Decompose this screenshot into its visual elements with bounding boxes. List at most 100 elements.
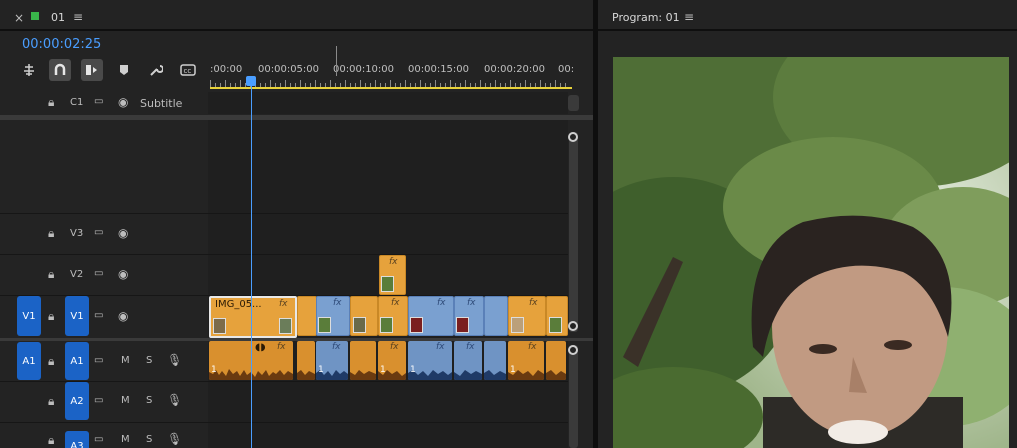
- video-scroll-handle-top[interactable]: [568, 132, 578, 142]
- mute-button[interactable]: M: [121, 355, 130, 366]
- track-target-a1[interactable]: A1: [65, 342, 89, 380]
- video-clip[interactable]: [484, 296, 508, 336]
- source-patch-a1[interactable]: A1: [17, 342, 41, 380]
- wrench-icon[interactable]: [145, 59, 167, 81]
- video-lane-empty[interactable]: [208, 120, 568, 213]
- ripple-insert-icon[interactable]: [18, 59, 40, 81]
- audio-clip[interactable]: fx 1: [408, 341, 452, 380]
- solo-button[interactable]: S: [146, 434, 152, 445]
- lock-icon[interactable]: 🔒︎: [48, 267, 54, 282]
- work-area-bar[interactable]: [210, 87, 572, 89]
- lock-icon[interactable]: 🔒︎: [48, 354, 54, 369]
- subtitle-track-lane[interactable]: [208, 92, 568, 114]
- audio-clip[interactable]: fx 1: [508, 341, 544, 380]
- video-clip[interactable]: fx: [454, 296, 484, 336]
- mute-button[interactable]: M: [121, 395, 130, 406]
- program-video-frame[interactable]: [613, 57, 1009, 448]
- lock-icon[interactable]: 🔒︎: [48, 95, 54, 110]
- audio-clip[interactable]: [484, 341, 506, 380]
- panel-menu-icon[interactable]: ≡: [684, 10, 694, 24]
- sync-lock-icon[interactable]: ▭: [94, 310, 103, 321]
- track-lane-a2[interactable]: [208, 382, 568, 422]
- subtitle-scrollbar[interactable]: [568, 95, 579, 111]
- track-header-v1: V1 🔒︎ V1 ▭ ◉: [0, 296, 208, 338]
- microphone-icon[interactable]: 🎙︎: [167, 432, 182, 446]
- lock-icon[interactable]: 🔒︎: [48, 226, 54, 241]
- track-target-a2[interactable]: A2: [65, 382, 89, 420]
- playhead-line[interactable]: [251, 86, 252, 448]
- ruler-tick: [525, 80, 526, 87]
- snap-icon[interactable]: [49, 59, 71, 81]
- eye-icon[interactable]: ◉: [118, 226, 128, 240]
- ruler-tick: [510, 80, 511, 87]
- sync-lock-icon[interactable]: ▭: [94, 355, 103, 366]
- track-id[interactable]: V2: [70, 269, 83, 280]
- sync-lock-icon[interactable]: ▭: [94, 268, 103, 279]
- ruler-tick: [495, 80, 496, 87]
- fx-badge: fx: [333, 298, 342, 308]
- audio-clip[interactable]: [546, 341, 566, 380]
- source-patch-v1[interactable]: V1: [17, 296, 41, 336]
- audio-clip[interactable]: [297, 341, 315, 380]
- video-clip[interactable]: [546, 296, 568, 336]
- track-lane-a3[interactable]: [208, 423, 568, 448]
- keyframe-icon: ◖◗: [255, 342, 266, 353]
- track-target-v1[interactable]: V1: [65, 296, 89, 336]
- add-marker-icon[interactable]: [113, 59, 135, 81]
- video-scrollbar[interactable]: [569, 132, 578, 332]
- lock-icon[interactable]: 🔒︎: [48, 394, 54, 409]
- captions-icon[interactable]: cc: [177, 59, 199, 81]
- timeline-tab-title[interactable]: 01: [51, 11, 65, 24]
- subtitle-toggle-icon[interactable]: ▭: [94, 96, 103, 107]
- fx-badge: fx: [391, 298, 400, 308]
- track-lane-v2[interactable]: fx: [208, 255, 568, 295]
- video-clip[interactable]: fx: [378, 296, 408, 336]
- microphone-icon[interactable]: 🎙︎: [167, 393, 182, 407]
- audio-channel-label: 1: [318, 365, 324, 375]
- video-clip[interactable]: fx: [508, 296, 546, 336]
- track-target-a3[interactable]: A3: [65, 431, 89, 448]
- track-lane-a1[interactable]: ◖◗ fx 1 fx 1 fx 1 fx 1 fx fx 1: [208, 341, 568, 381]
- lock-icon[interactable]: 🔒︎: [48, 433, 54, 448]
- panel-menu-icon[interactable]: ≡: [73, 10, 83, 24]
- solo-button[interactable]: S: [146, 355, 152, 366]
- video-clip-selected[interactable]: IMG_05... fx: [209, 296, 297, 338]
- audio-clip[interactable]: fx 1: [378, 341, 406, 380]
- linked-selection-icon[interactable]: [81, 59, 103, 81]
- audio-waveform: [546, 370, 566, 380]
- eye-icon[interactable]: ◉: [118, 267, 128, 281]
- sync-lock-icon[interactable]: ▭: [94, 395, 103, 406]
- video-clip[interactable]: fx: [379, 255, 406, 295]
- ruler-label: 00:00:15:00: [408, 64, 470, 75]
- track-row-v3: 🔒︎ V3 ▭ ◉: [0, 214, 568, 254]
- ruler-tick: [555, 80, 556, 87]
- audio-clip[interactable]: fx 1: [316, 341, 348, 380]
- lock-icon[interactable]: 🔒︎: [48, 309, 54, 324]
- track-id[interactable]: V3: [70, 228, 83, 239]
- header-divider: [0, 29, 593, 31]
- video-clip[interactable]: fx: [408, 296, 454, 336]
- audio-clip[interactable]: [350, 341, 376, 380]
- mute-button[interactable]: M: [121, 434, 130, 445]
- audio-scroll-handle-top[interactable]: [568, 345, 578, 355]
- video-clip[interactable]: [297, 296, 317, 336]
- fx-badge: fx: [389, 257, 398, 267]
- track-lane-v1[interactable]: IMG_05... fx fx fx fx fx fx: [208, 296, 568, 338]
- program-monitor-title[interactable]: Program: 01: [612, 11, 680, 24]
- audio-clip[interactable]: fx: [454, 341, 482, 380]
- solo-button[interactable]: S: [146, 395, 152, 406]
- track-lane-v3[interactable]: [208, 214, 568, 254]
- video-scroll-handle-bottom[interactable]: [568, 321, 578, 331]
- eye-icon[interactable]: ◉: [118, 95, 128, 109]
- close-tab-icon[interactable]: ×: [14, 11, 24, 25]
- video-clip[interactable]: [350, 296, 378, 336]
- playhead-handle[interactable]: [246, 76, 256, 86]
- playhead-timecode[interactable]: 00:00:02:25: [22, 37, 101, 52]
- fx-badge: fx: [529, 298, 538, 308]
- audio-scrollbar[interactable]: [569, 345, 578, 448]
- video-clip[interactable]: fx: [316, 296, 350, 336]
- eye-icon[interactable]: ◉: [118, 309, 128, 323]
- microphone-icon[interactable]: 🎙︎: [167, 353, 182, 367]
- sync-lock-icon[interactable]: ▭: [94, 227, 103, 238]
- sync-lock-icon[interactable]: ▭: [94, 434, 103, 445]
